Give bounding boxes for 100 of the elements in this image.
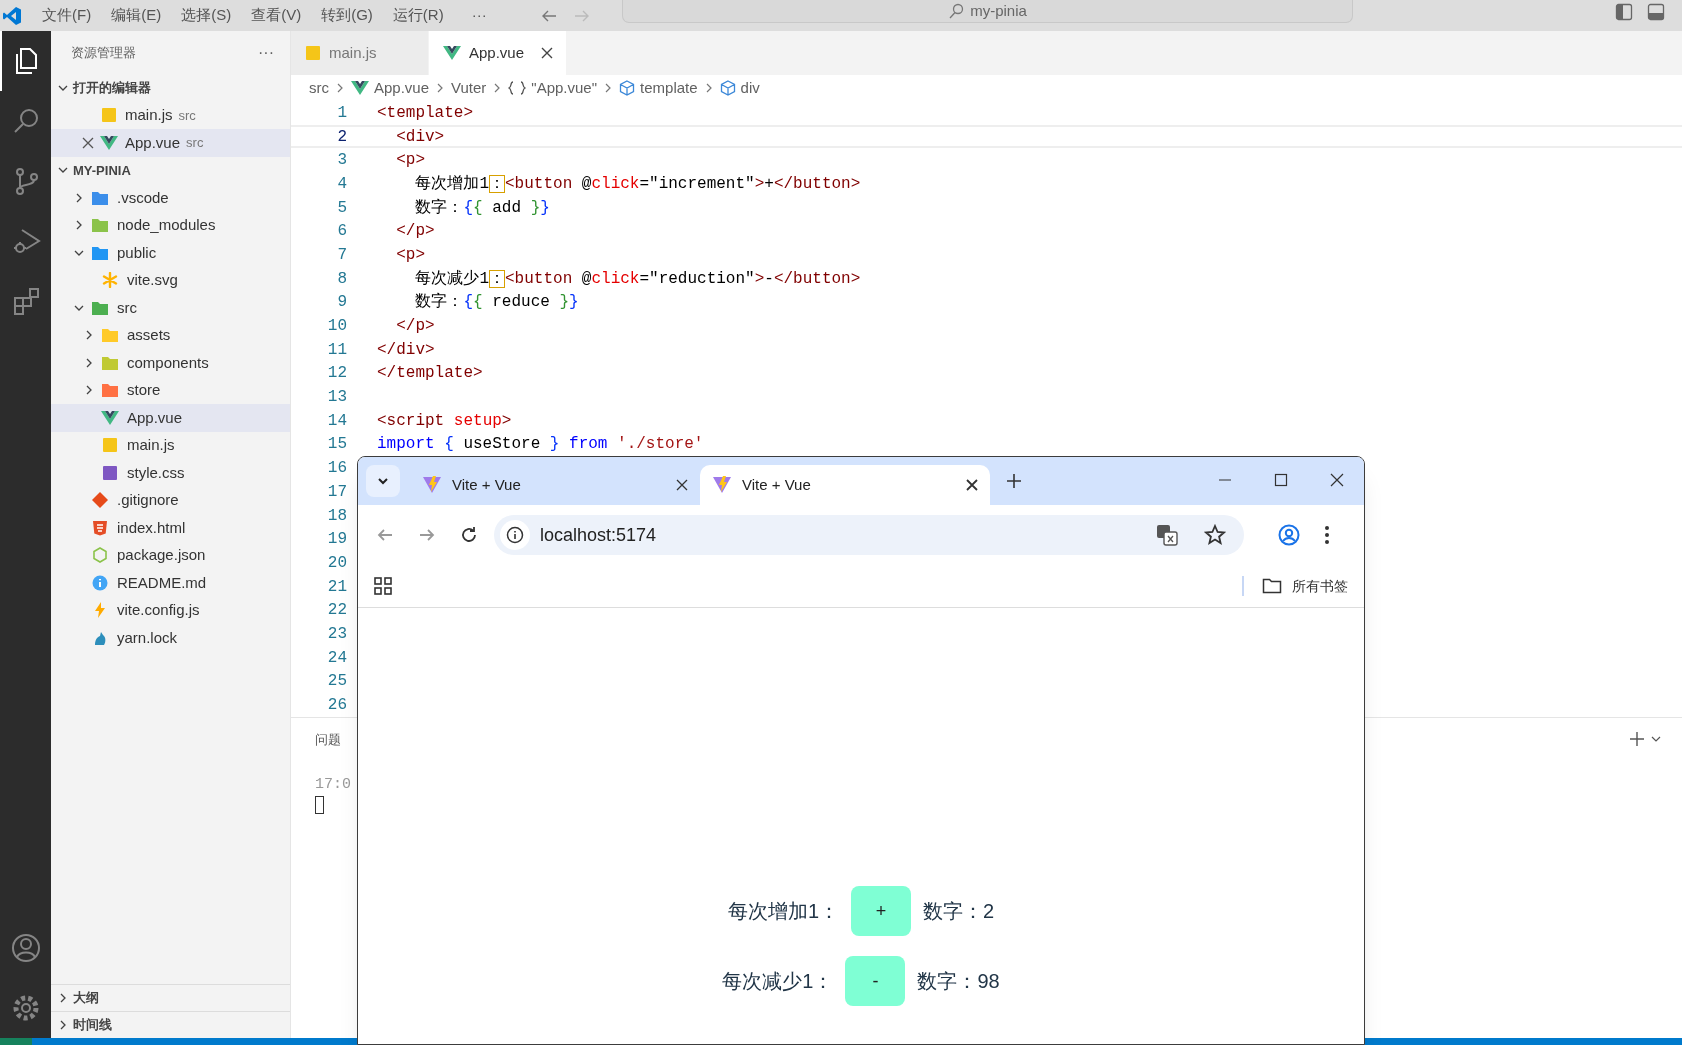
counter-button[interactable]: +: [851, 886, 911, 936]
all-bookmarks-button[interactable]: 所有书签: [1262, 575, 1348, 597]
lightning-icon: [92, 602, 108, 619]
menu-item[interactable]: 编辑(E): [111, 4, 162, 27]
run-debug-icon[interactable]: [11, 226, 42, 256]
close-icon[interactable]: [540, 46, 555, 60]
open-editor-item[interactable]: App.vue src: [51, 129, 290, 157]
file-icon: [102, 437, 118, 454]
folder-icon: [91, 189, 109, 206]
menu-item[interactable]: 转到(G): [321, 4, 373, 27]
folder-icon: [91, 217, 109, 234]
folder-icon: [91, 244, 109, 261]
breadcrumb-item[interactable]: div: [719, 76, 760, 100]
tree-item[interactable]: src: [51, 294, 290, 322]
section-header[interactable]: MY-PINIA: [51, 156, 290, 184]
counter-button[interactable]: -: [845, 956, 906, 1006]
count-text: 数字：2: [923, 899, 995, 924]
v-logo-icon: [351, 80, 369, 96]
close-icon[interactable]: [966, 479, 978, 491]
line-number: 5: [336, 197, 347, 219]
tree-item[interactable]: node_modules: [51, 211, 290, 239]
tree-item[interactable]: README.md: [51, 569, 290, 597]
editor-tab[interactable]: main.js: [291, 31, 429, 75]
tree-item[interactable]: .vscode: [51, 184, 290, 212]
v-logo-icon: [101, 409, 119, 426]
line-number: 23: [326, 623, 347, 645]
close-icon[interactable]: [81, 135, 95, 150]
browser-tab[interactable]: Vite + Vue: [700, 465, 990, 505]
problems-tab[interactable]: 问题: [315, 729, 341, 750]
line-number: 18: [326, 505, 347, 527]
more-actions[interactable]: ···: [258, 40, 274, 65]
code-line: </p>: [395, 316, 435, 338]
breadcrumb-item[interactable]: App.vue: [351, 76, 430, 100]
command-center-search[interactable]: my-pinia: [622, 0, 1353, 23]
line-number: 4: [336, 173, 347, 195]
terminal-line: 17:0: [315, 774, 351, 795]
breadcrumb-item[interactable]: template: [619, 76, 698, 100]
close-icon[interactable]: [676, 479, 688, 491]
info-icon: [506, 526, 524, 544]
open-editor-item[interactable]: main.js src: [51, 101, 290, 129]
line-number: 26: [326, 695, 347, 717]
tree-item[interactable]: vite.config.js: [51, 596, 290, 624]
tab-list-button[interactable]: [366, 465, 400, 497]
tree-item[interactable]: vite.svg: [51, 266, 290, 294]
star-icon[interactable]: [1204, 524, 1226, 546]
tree-item[interactable]: style.css: [51, 459, 290, 487]
editor-tab[interactable]: App.vue: [429, 31, 567, 75]
terminal-cursor: [315, 796, 324, 815]
tree-item[interactable]: index.html: [51, 514, 290, 542]
chevron-right-icon: [335, 82, 345, 94]
tree-item[interactable]: store: [51, 376, 290, 404]
close-icon[interactable]: [1330, 473, 1344, 487]
menu-item[interactable]: 选择(S): [181, 4, 232, 27]
app-logo-icon[interactable]: [2, 5, 22, 26]
line-number: 9: [336, 292, 347, 314]
breadcrumb-item[interactable]: src: [309, 76, 329, 100]
maximize-icon[interactable]: [1274, 473, 1288, 487]
tree-item[interactable]: components: [51, 349, 290, 377]
translate-icon[interactable]: [1156, 524, 1178, 546]
extensions-icon[interactable]: [11, 286, 42, 316]
tree-item[interactable]: assets: [51, 321, 290, 349]
plus-icon[interactable]: [1628, 729, 1646, 748]
profile-icon[interactable]: [1278, 524, 1300, 546]
explorer-title: 资源管理器: [71, 43, 136, 62]
panel-toggle-icon[interactable]: [1647, 3, 1665, 21]
tree-item[interactable]: yarn.lock: [51, 624, 290, 652]
more-menu[interactable]: ···: [471, 4, 487, 27]
row-label: 每次减少1：: [722, 969, 834, 994]
apps-grid-icon[interactable]: [374, 577, 392, 595]
v-logo-icon: [443, 45, 461, 61]
section-header[interactable]: 打开的编辑器: [51, 74, 290, 102]
sidebar-toggle-icon[interactable]: [1615, 3, 1633, 21]
line-number: 16: [326, 458, 347, 480]
new-tab-icon[interactable]: [1006, 473, 1022, 489]
reload-icon[interactable]: [460, 526, 478, 544]
tree-item[interactable]: main.js: [51, 431, 290, 459]
menu-item[interactable]: 运行(R): [392, 4, 444, 27]
menu-item[interactable]: 文件(F): [42, 4, 92, 27]
section-header[interactable]: 大纲: [51, 984, 290, 1011]
address-bar[interactable]: localhost:5174: [494, 515, 1244, 555]
cube-icon: [719, 80, 736, 96]
tree-item[interactable]: package.json: [51, 541, 290, 569]
more-menu-icon[interactable]: [1324, 525, 1330, 545]
line-number: 15: [326, 434, 347, 456]
cube-icon: [619, 80, 636, 96]
tree-item[interactable]: .gitignore: [51, 486, 290, 514]
breadcrumb-item[interactable]: Vuter: [451, 76, 487, 100]
menu-item[interactable]: 查看(V): [251, 4, 302, 27]
browser-tab[interactable]: Vite + Vue: [410, 465, 700, 505]
hexagon-icon: [92, 547, 108, 564]
diamond-icon: [92, 492, 108, 509]
line-number: 19: [326, 529, 347, 551]
breadcrumb-item[interactable]: "App.vue": [508, 76, 598, 100]
file-icon: [305, 45, 321, 61]
tree-item[interactable]: public: [51, 239, 290, 267]
account-icon[interactable]: [10, 933, 41, 963]
line-number: 10: [326, 316, 347, 338]
row-label: 每次增加1：: [727, 899, 839, 924]
line-number: 2: [336, 126, 347, 148]
tree-item[interactable]: App.vue: [51, 404, 290, 432]
